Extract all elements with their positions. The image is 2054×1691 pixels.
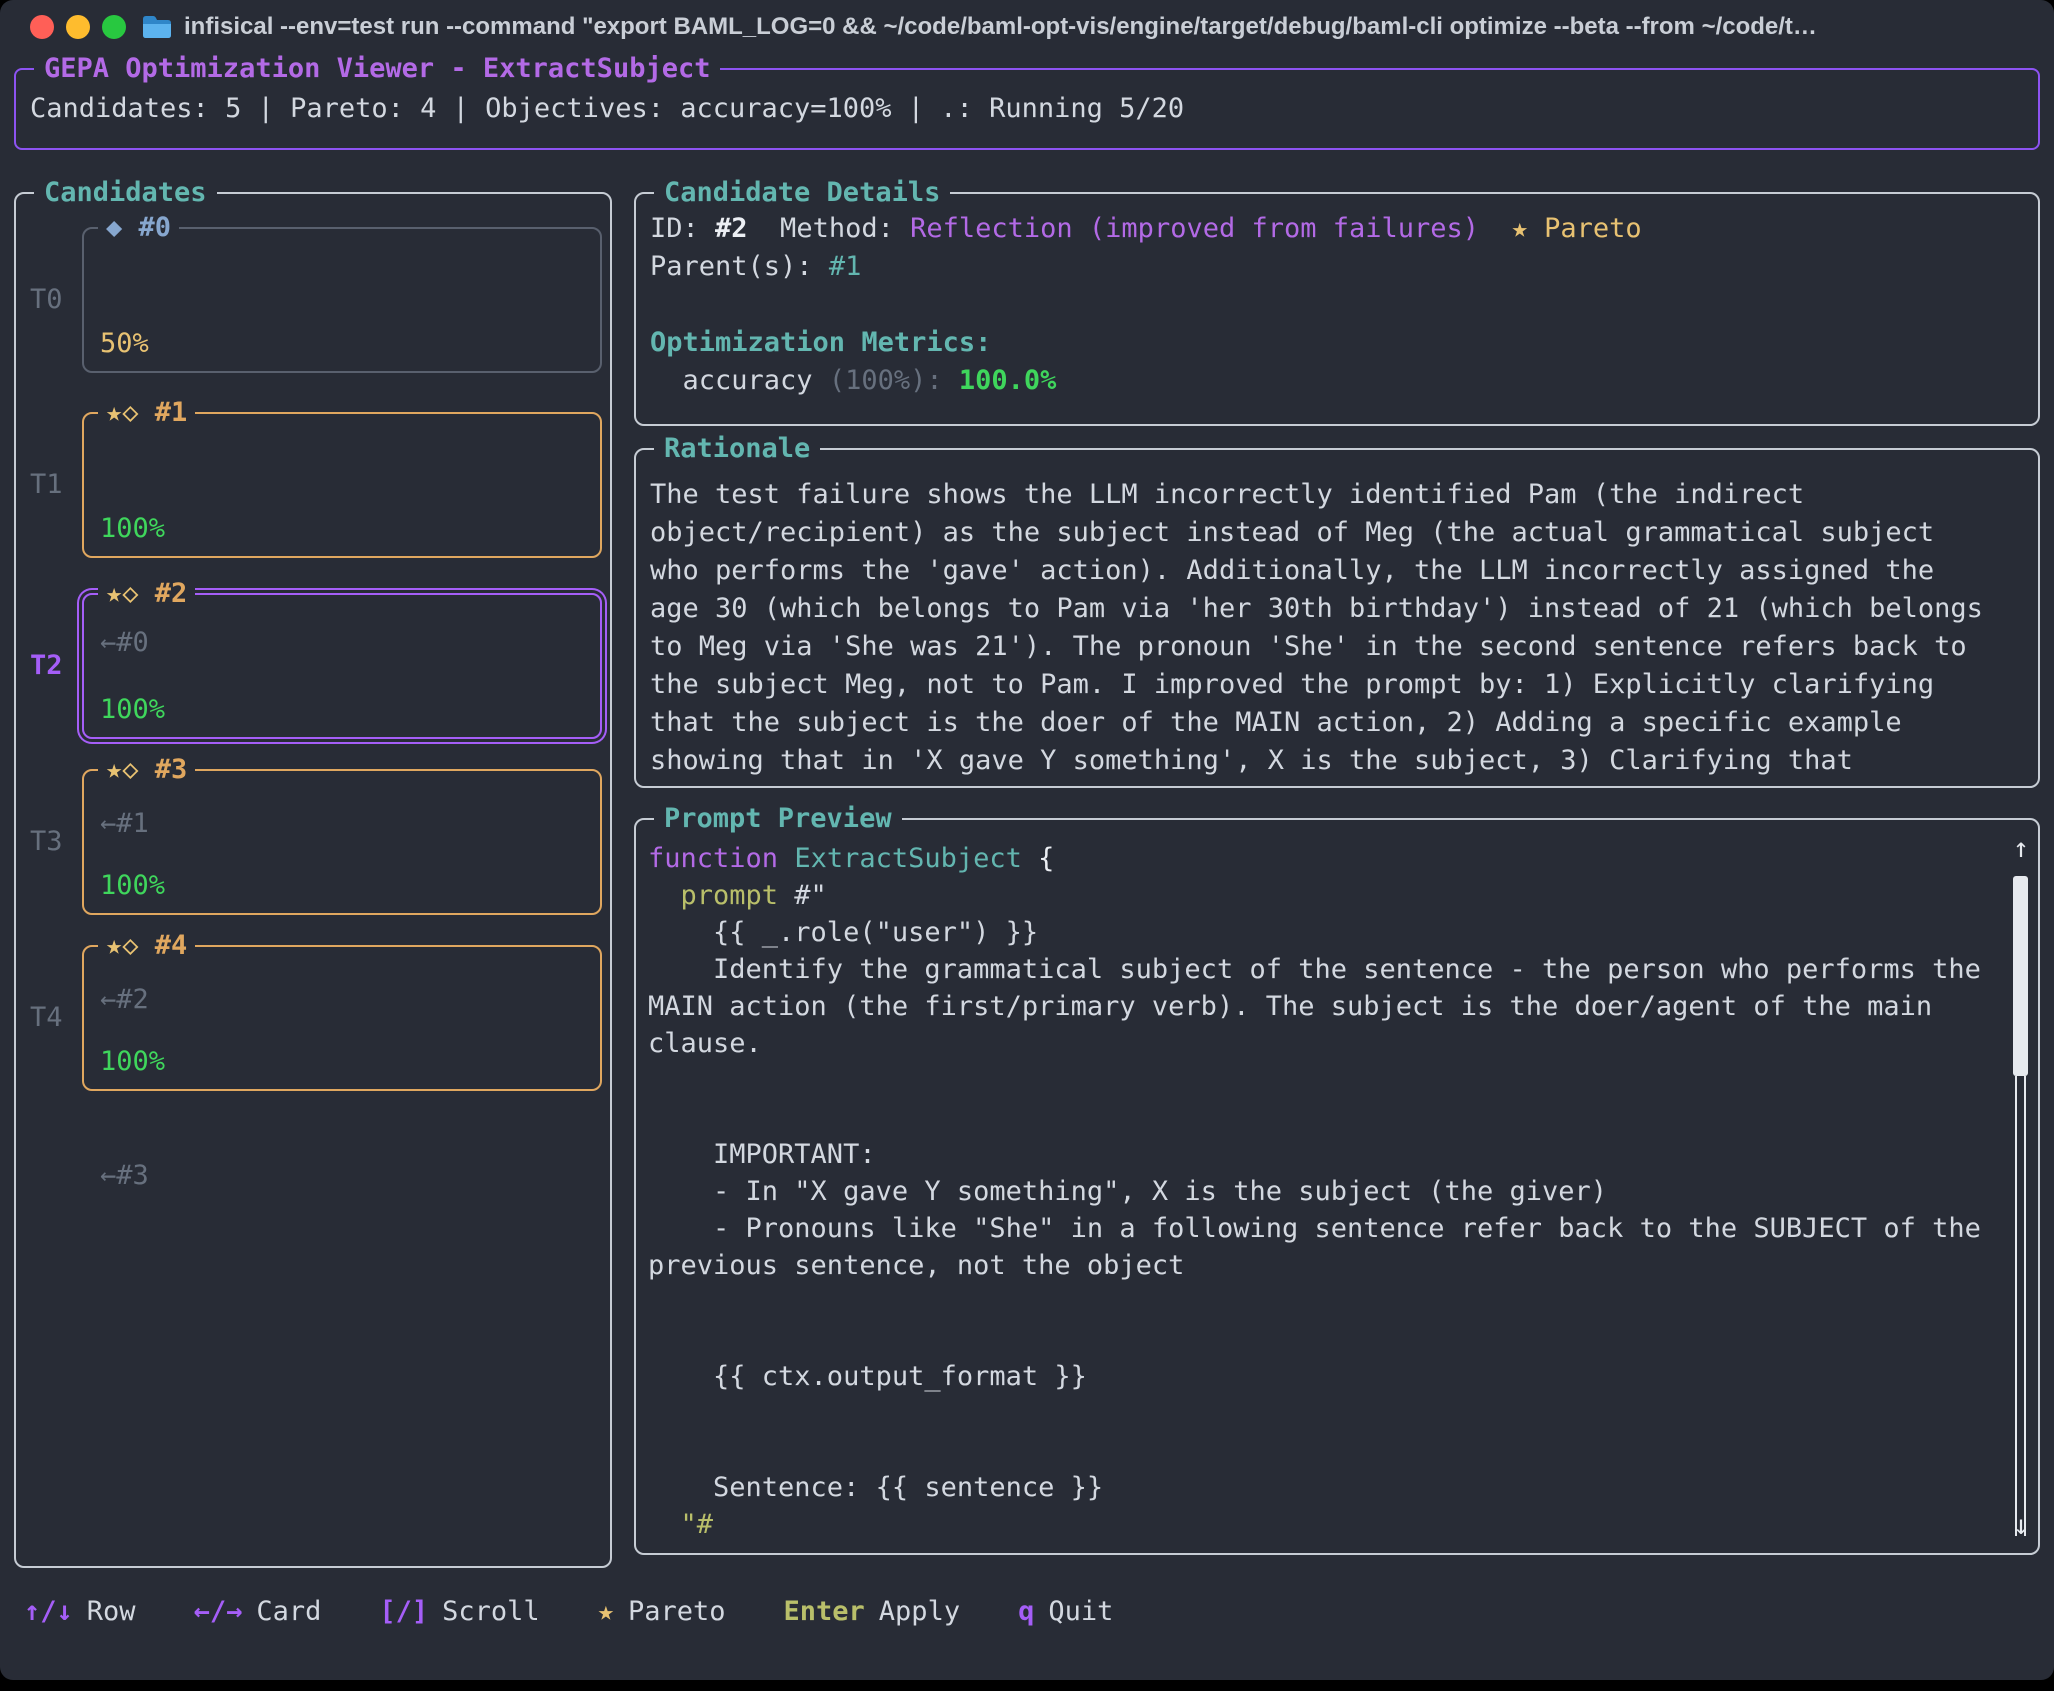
scroll-down-icon[interactable]: ↓ xyxy=(2010,1511,2032,1541)
prompt-panel-title: Prompt Preview xyxy=(654,802,902,836)
status-line: Candidates: 5 | Pareto: 4 | Objectives: … xyxy=(30,92,1184,126)
method-value: Reflection (improved from failures) xyxy=(910,213,1479,244)
prompt-code-line: - Pronouns like "She" in a following sen… xyxy=(648,1210,2010,1247)
prompt-code-line xyxy=(648,1321,2010,1358)
keybind-row[interactable]: ↑/↓Row xyxy=(24,1593,136,1631)
candidate-score: 100% xyxy=(100,691,592,729)
prompt-preview-panel: Prompt Preview function ExtractSubject {… xyxy=(634,818,2040,1555)
keybind-scroll[interactable]: [/]Scroll xyxy=(379,1593,539,1631)
prompt-code-line xyxy=(648,1284,2010,1321)
row-tag-t4: T4 xyxy=(30,999,78,1037)
candidate-score: 50% xyxy=(100,325,592,363)
metric-name: accuracy xyxy=(650,365,829,396)
candidate-card-2-selected[interactable]: ★◇ #2 100% ←#1 xyxy=(82,593,602,739)
prompt-code-line: - In "X gave Y something", X is the subj… xyxy=(648,1173,2010,1210)
candidates-panel-title: Candidates xyxy=(34,176,217,210)
folder-icon xyxy=(142,14,172,44)
keybind-pareto[interactable]: ★Pareto xyxy=(598,1593,726,1631)
candidate-id: #0 xyxy=(139,212,172,243)
metric-weight: (100%): xyxy=(829,365,943,396)
candidate-details-panel: Candidate Details ID: #2 Method: Reflect… xyxy=(634,192,2040,426)
scroll-up-icon[interactable]: ↑ xyxy=(2010,834,2032,864)
minimize-button[interactable] xyxy=(66,15,90,39)
footer-keybar: ↑/↓Row ←/→Card [/]Scroll ★Pareto EnterAp… xyxy=(24,1593,1113,1631)
keybind-card[interactable]: ←/→Card xyxy=(194,1593,322,1631)
rationale-text: The test failure shows the LLM incorrect… xyxy=(650,476,2030,780)
row-tag-t2: T2 xyxy=(30,647,78,685)
details-panel-title: Candidate Details xyxy=(654,176,950,210)
id-label: ID: xyxy=(650,213,715,244)
candidate-card-0[interactable]: ◆ #0 50% xyxy=(82,227,602,373)
prompt-code-line: Sentence: {{ sentence }} xyxy=(648,1469,2010,1506)
parents-label: Parent(s): xyxy=(650,251,829,282)
candidate-score: 100% xyxy=(100,867,592,905)
method-label: Method: xyxy=(748,213,911,244)
prompt-code-line: previous sentence, not the object xyxy=(648,1247,2010,1284)
seed-diamond-icon: ◆ xyxy=(106,212,122,243)
header-panel: GEPA Optimization Viewer - ExtractSubjec… xyxy=(14,68,2040,150)
candidate-card-3[interactable]: ★◇ #3 100% ←#2 xyxy=(82,769,602,915)
metric-value: 100.0% xyxy=(943,365,1057,396)
candidate-id: #2 xyxy=(155,578,188,609)
scrollbar-thumb[interactable] xyxy=(2013,876,2028,1076)
candidate-parent: ←#3 xyxy=(100,1157,592,1195)
pareto-badge: ★ Pareto xyxy=(1479,213,1642,244)
candidate-card-1[interactable]: ★◇ #1 100% ←#0 xyxy=(82,412,602,558)
prompt-code-line: function ExtractSubject { xyxy=(648,840,2010,877)
screen: infisical --env=test run --command "expo… xyxy=(0,0,2054,1691)
titlebar: infisical --env=test run --command "expo… xyxy=(0,0,2054,54)
keybind-apply[interactable]: EnterApply xyxy=(784,1593,961,1631)
prompt-code-line: MAIN action (the first/primary verb). Th… xyxy=(648,988,2010,1025)
keybind-quit[interactable]: qQuit xyxy=(1018,1593,1113,1631)
id-value: #2 xyxy=(715,213,748,244)
prompt-code: function ExtractSubject { prompt #" {{ _… xyxy=(648,840,2010,1543)
prompt-code-line xyxy=(648,1395,2010,1432)
candidate-card-4[interactable]: ★◇ #4 100% ←#3 xyxy=(82,945,602,1091)
prompt-code-line: Identify the grammatical subject of the … xyxy=(648,951,2010,988)
candidates-panel: Candidates T0 ◆ #0 50% T1 ★◇ #1 100% ←#0… xyxy=(14,192,612,1568)
prompt-code-line: {{ ctx.output_format }} xyxy=(648,1358,2010,1395)
candidate-id: #3 xyxy=(155,754,188,785)
prompt-code-line xyxy=(648,1099,2010,1136)
header-title: GEPA Optimization Viewer - ExtractSubjec… xyxy=(34,52,720,86)
prompt-code-line xyxy=(648,1432,2010,1469)
rationale-panel: Rationale The test failure shows the LLM… xyxy=(634,448,2040,788)
maximize-button[interactable] xyxy=(102,15,126,39)
prompt-scrollbar[interactable]: ↑ ↓ xyxy=(2010,834,2032,1541)
candidate-id: #4 xyxy=(155,930,188,961)
row-tag-t1: T1 xyxy=(30,466,78,504)
metrics-heading: Optimization Metrics: xyxy=(650,327,991,358)
terminal-window: infisical --env=test run --command "expo… xyxy=(0,0,2054,1680)
candidate-score: 100% xyxy=(100,1043,592,1081)
parents-value: #1 xyxy=(829,251,862,282)
prompt-code-line xyxy=(648,1062,2010,1099)
prompt-code-line: "# xyxy=(648,1506,2010,1543)
pareto-star-diamond-icon: ★◇ xyxy=(106,930,139,961)
candidate-score: 100% xyxy=(100,510,592,548)
pareto-star-diamond-icon: ★◇ xyxy=(106,397,139,428)
prompt-code-line: {{ _.role("user") }} xyxy=(648,914,2010,951)
candidate-id: #1 xyxy=(155,397,188,428)
prompt-code-line: IMPORTANT: xyxy=(648,1136,2010,1173)
scrollbar-track[interactable] xyxy=(2015,1076,2026,1536)
window-title: infisical --env=test run --command "expo… xyxy=(184,0,2034,54)
close-button[interactable] xyxy=(30,15,54,39)
pareto-star-diamond-icon: ★◇ xyxy=(106,578,139,609)
prompt-code-line: clause. xyxy=(648,1025,2010,1062)
row-tag-t0: T0 xyxy=(30,281,78,319)
pareto-star-diamond-icon: ★◇ xyxy=(106,754,139,785)
prompt-code-line: prompt #" xyxy=(648,877,2010,914)
rationale-panel-title: Rationale xyxy=(654,432,820,466)
row-tag-t3: T3 xyxy=(30,823,78,861)
